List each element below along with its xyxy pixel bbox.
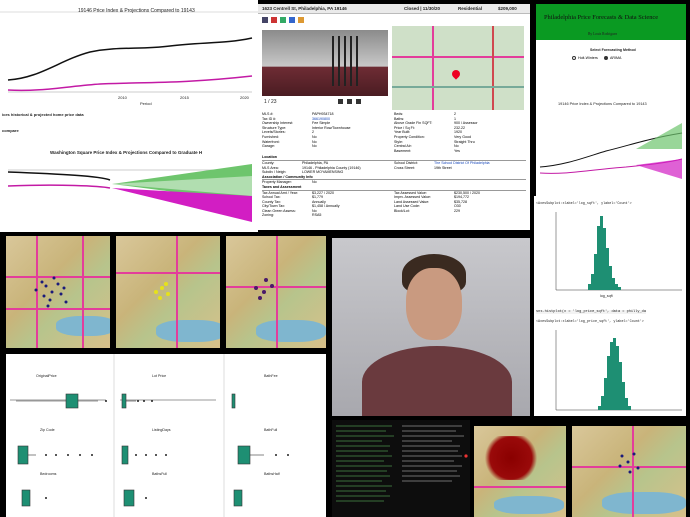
histogram-1 [555, 212, 682, 291]
taxes-left: Tax Annual Amt / Year: $3,227 / 2020 Scho… [262, 191, 394, 219]
boxplot-label: Lot Price [152, 374, 167, 378]
field-row: Block/Lot: 229 [394, 208, 460, 213]
label-compare: compare [2, 128, 19, 133]
webcam-feed [332, 238, 530, 416]
chart1-xlabel: Period [140, 101, 152, 106]
label-historical: ices historical & projected home price d… [2, 112, 84, 117]
person-face [406, 268, 462, 340]
star-icon[interactable] [298, 17, 304, 23]
map-5-points [618, 452, 640, 474]
location-right: School District: The School District Of P… [394, 161, 526, 175]
radio-icon[interactable] [604, 56, 608, 60]
photo-controls[interactable] [338, 99, 382, 106]
method-option-holt[interactable]: Holt-Winters [572, 56, 598, 60]
listing-status: Closed | 11/30/20 [404, 6, 441, 11]
hist-code: sns.histplot(x = 'log_price_sqft', data … [536, 310, 646, 314]
map-4 [474, 426, 566, 517]
hist2-header: <AxesSubplot:xlabel='log_price_sqft', yl… [536, 320, 644, 324]
map-2-points [154, 282, 170, 300]
photo-counter: 1 / 23 [264, 99, 277, 105]
map-5 [572, 426, 686, 517]
boxplot-panel: OriginalPrice Lot Price BathFee Zip Code… [6, 354, 326, 517]
listing-panel: 1623 Centrell St, Philadelphia, PA 19146… [258, 4, 530, 230]
stair-railing [332, 36, 360, 86]
field-row: Basement: Yes [394, 148, 460, 153]
pause-icon[interactable] [347, 99, 352, 104]
forecast-chart-title: 19146 Price Index & Projections Compared… [558, 102, 647, 106]
chart1-xtick: 2010 [118, 95, 127, 100]
location-left: County: Philadelphia, PA MLS Area: 19146 -… [262, 161, 394, 175]
field-row: Cross Street: 19th Street [394, 165, 452, 170]
photo-icon[interactable] [280, 17, 286, 23]
toolbar-icons [262, 17, 386, 25]
map-3 [226, 236, 326, 348]
chart1-xtick: 2015 [180, 95, 189, 100]
location-pin-icon [450, 68, 462, 80]
fields-right: Beds: 2 Baths: 1 Above Grade Fin SQFT: 900 … [394, 112, 526, 153]
hist1-xlabel: log_sqft [600, 294, 613, 298]
listing-type: Residential [458, 6, 483, 11]
map-3-points [254, 278, 274, 300]
listing-map[interactable] [392, 26, 524, 110]
boxplot-label: Zip Code [40, 428, 55, 432]
boxplot-label: Bedrooms [40, 472, 57, 476]
field-row: Garage: No [262, 144, 317, 149]
next-icon[interactable] [356, 99, 361, 104]
map-4-cluster [484, 436, 538, 480]
boxplot-label: ListingDays [152, 428, 171, 432]
share-icon[interactable] [289, 17, 295, 23]
fields-left: MLS #: PAPH934718 Tax ID #: 366190800 Owne… [262, 112, 394, 153]
terminal-lines [336, 425, 468, 502]
map-1-points [34, 276, 68, 308]
taxes-right: Tax Assessed Value: $230,500 / 2020 Imprv… [394, 191, 526, 219]
listing-photo[interactable] [262, 30, 388, 96]
print-icon[interactable] [262, 17, 268, 23]
chart1-title: 19146 Price Index & Projections Compared… [78, 8, 195, 14]
boxplot-label: BathsHalf [264, 472, 280, 476]
chart2-title: Washington Square Price Index & Projecti… [50, 150, 203, 155]
method-label: Select Forecasting Method [590, 48, 636, 52]
map-1 [6, 236, 110, 348]
listing-fields: MLS #: PAPH934718 Tax ID #: 366190800 Owne… [262, 112, 526, 218]
map-icon[interactable] [271, 17, 277, 23]
boxplot-grid [10, 354, 289, 517]
price-index-panel: 19146 Price Index & Projections Compared… [0, 0, 258, 232]
histogram-2 [555, 330, 682, 411]
forecast-title: Philadelphia Price Forecasts & Data Scie… [544, 14, 659, 21]
method-option-arima[interactable]: ARIMA [604, 56, 621, 60]
boxplot-label: BathFull [264, 428, 278, 432]
listing-address: 1623 Centrell St, Philadelphia, PA 19146 [262, 6, 347, 11]
radio-icon[interactable] [572, 56, 576, 60]
boxplot-label: OriginalPrice [36, 374, 57, 378]
prev-icon[interactable] [338, 99, 343, 104]
boxplot-label: BathFee [264, 374, 278, 378]
terminal-panel [332, 420, 470, 517]
chart1-xtick: 2020 [240, 95, 249, 100]
hist1-header: <AxesSubplot:xlabel='log_sqft', ylabel='… [536, 202, 632, 206]
histogram-panel: <AxesSubplot:xlabel='log_sqft', ylabel='… [534, 196, 686, 416]
map-2 [116, 236, 220, 348]
listing-price: $209,000 [498, 6, 517, 11]
person-shirt [362, 346, 512, 416]
field-row: Zoning: RSA5 [262, 213, 322, 218]
boxplot-label: BathsFull [152, 472, 167, 476]
forecast-chart [539, 123, 683, 179]
forecast-author: By Louis Rodriguez [588, 32, 618, 36]
